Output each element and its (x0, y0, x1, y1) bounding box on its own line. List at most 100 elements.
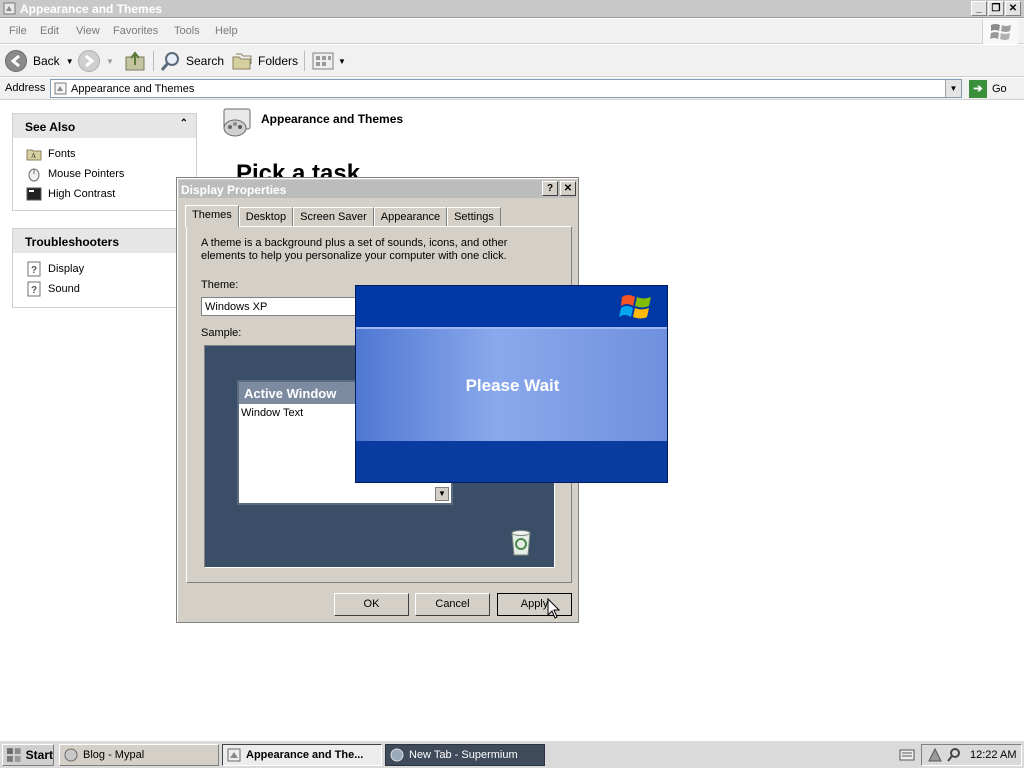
see-also-fonts[interactable]: A Fonts (13, 144, 196, 164)
windows-xp-logo-icon (619, 295, 651, 319)
folders-label: Folders (258, 54, 299, 68)
task-appearance-themes[interactable]: Appearance and The... (222, 744, 382, 766)
windows-logo (982, 20, 1018, 44)
control-panel-icon (54, 82, 67, 95)
close-button[interactable]: ✕ (1005, 1, 1021, 16)
go-arrow-icon: ➔ (969, 79, 987, 98)
menu-tools[interactable]: Tools (174, 25, 200, 37)
control-panel-icon (227, 748, 241, 762)
collapse-chevron-icon[interactable]: ⌃ (180, 118, 188, 129)
svg-text:A: A (31, 152, 36, 160)
sample-label: Sample: (201, 327, 242, 339)
dialog-help-button[interactable]: ? (542, 181, 558, 196)
folders-icon (232, 53, 252, 70)
help-icon: ? (27, 281, 41, 297)
address-value: Appearance and Themes (71, 83, 195, 95)
tab-screen-saver[interactable]: Screen Saver (293, 207, 374, 226)
address-input[interactable]: Appearance and Themes ▼ (50, 79, 962, 98)
forward-arrow-icon (78, 50, 100, 72)
see-also-mouse-pointers[interactable]: Mouse Pointers (13, 164, 196, 184)
high-contrast-icon (26, 187, 42, 201)
ok-button[interactable]: OK (334, 593, 409, 616)
tab-appearance[interactable]: Appearance (373, 207, 448, 226)
start-flag-icon (6, 748, 21, 762)
go-label: Go (992, 82, 1007, 95)
svg-text:?: ? (31, 285, 37, 296)
go-button[interactable]: ➔ Go (969, 79, 1019, 98)
keyboard-icon[interactable] (899, 748, 915, 762)
control-panel-icon (3, 2, 16, 15)
start-button[interactable]: Start (2, 744, 54, 766)
troubleshooter-display[interactable]: ? Display (13, 259, 196, 279)
see-also-high-contrast[interactable]: High Contrast (13, 184, 196, 204)
main-header: Appearance and Themes (261, 112, 404, 126)
address-bar: Address Appearance and Themes ▼ ➔ Go (0, 78, 1024, 100)
dialog-tabs: Themes Desktop Screen Saver Appearance S… (185, 205, 501, 227)
menu-favorites[interactable]: Favorites (113, 25, 158, 37)
views-dropdown-icon[interactable]: ▼ (338, 57, 346, 66)
windows-flag-icon (990, 24, 1011, 40)
please-wait-message: Please Wait (465, 376, 560, 395)
svg-text:?: ? (31, 265, 37, 276)
mouse-cursor-icon (547, 598, 561, 619)
tab-settings[interactable]: Settings (447, 207, 501, 226)
menu-file[interactable]: File (9, 25, 27, 37)
menu-view[interactable]: View (76, 25, 100, 37)
views-icon (312, 52, 334, 70)
maximize-button[interactable]: ❐ (988, 1, 1004, 16)
search-label: Search (186, 54, 225, 68)
back-arrow-icon (5, 50, 27, 72)
task-blog-mypal[interactable]: Blog - Mypal (59, 744, 219, 766)
theme-label: Theme: (201, 279, 239, 291)
cancel-button[interactable]: Cancel (415, 593, 490, 616)
see-also-panel: See Also ⌃ A Fonts Mouse Pointers High C… (12, 113, 197, 211)
search-button[interactable]: Search (160, 49, 224, 73)
see-also-title: See Also (25, 120, 76, 134)
toolbar: Back ▼ ▼ Search Folders ▼ (0, 45, 1024, 77)
appearance-themes-icon (223, 108, 251, 137)
up-folder-button[interactable] (124, 49, 146, 73)
network-icon[interactable] (927, 747, 943, 763)
browser-icon (390, 748, 404, 762)
tab-themes[interactable]: Themes (185, 205, 239, 227)
tab-desktop[interactable]: Desktop (238, 207, 294, 226)
minimize-button[interactable]: _ (971, 1, 987, 16)
system-tray: 12:22 AM (921, 744, 1022, 766)
dialog-title-bar[interactable]: Display Properties ? ✕ (179, 180, 576, 198)
window-title-bar[interactable]: Appearance and Themes _ ❐ ✕ (0, 0, 1024, 18)
taskbar: Start Blog - Mypal Appearance and The...… (0, 740, 1024, 768)
menu-bar: File Edit View Favorites Tools Help (0, 19, 1024, 44)
search-tray-icon[interactable] (946, 747, 962, 763)
search-icon (160, 52, 179, 71)
menu-help[interactable]: Help (215, 25, 238, 37)
window-title: Appearance and Themes (20, 2, 163, 16)
forward-button[interactable]: ▼ (78, 49, 114, 73)
clock: 12:22 AM (970, 749, 1017, 761)
see-also-header[interactable]: See Also ⌃ (13, 114, 196, 138)
folders-button[interactable]: Folders (231, 49, 298, 73)
back-dropdown-icon[interactable]: ▼ (66, 57, 74, 66)
troubleshooters-title: Troubleshooters (25, 235, 120, 249)
browser-icon (64, 748, 78, 762)
scroll-down-icon: ▼ (435, 487, 449, 501)
back-label: Back (33, 54, 60, 68)
mouse-icon (28, 168, 40, 182)
please-wait-splash: Please Wait (355, 285, 668, 483)
troubleshooters-panel: Troubleshooters ? Display ? Sound (12, 228, 197, 308)
troubleshooters-header[interactable]: Troubleshooters (13, 229, 196, 253)
menu-edit[interactable]: Edit (40, 25, 59, 37)
fonts-folder-icon: A (26, 149, 42, 161)
dialog-close-button[interactable]: ✕ (560, 181, 576, 196)
task-new-tab-supermium[interactable]: New Tab - Supermium (385, 744, 545, 766)
start-label: Start (25, 748, 53, 762)
address-label: Address (5, 82, 46, 94)
recycle-bin-icon (511, 530, 531, 556)
views-button[interactable]: ▼ (312, 49, 346, 73)
help-icon: ? (27, 261, 41, 277)
troubleshooter-sound[interactable]: ? Sound (13, 279, 196, 299)
address-dropdown-button[interactable]: ▼ (945, 80, 961, 97)
back-button[interactable]: Back ▼ (5, 49, 74, 73)
up-folder-icon (125, 51, 145, 71)
forward-dropdown-icon[interactable]: ▼ (106, 57, 114, 66)
theme-description: A theme is a background plus a set of so… (201, 237, 508, 262)
